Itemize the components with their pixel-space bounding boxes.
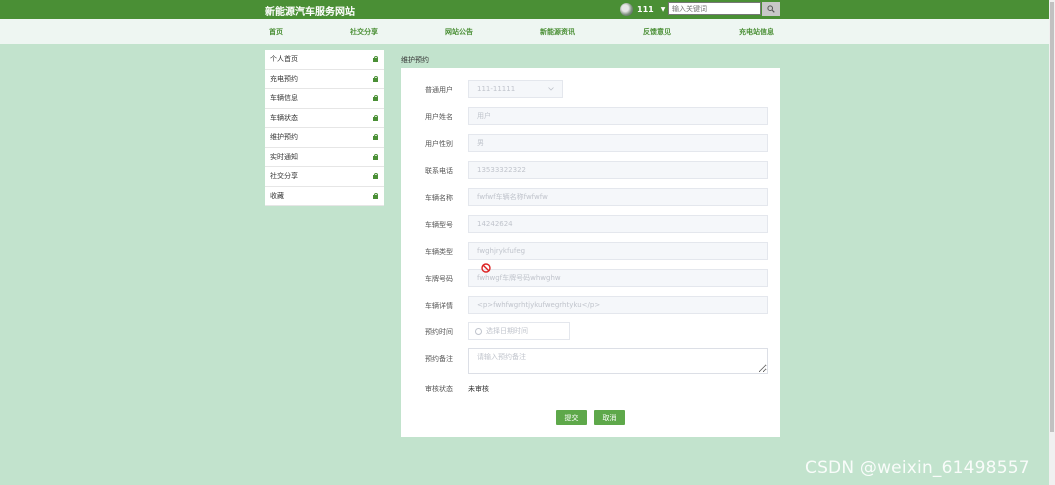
car-model-label: 车辆型号: [425, 221, 453, 229]
user-type-label: 普通用户: [425, 86, 453, 94]
user-account-select[interactable]: 111-11111: [468, 80, 563, 98]
search-input[interactable]: [668, 2, 761, 15]
main-nav: 首页 社交分享 网站公告 新能源资讯 反馈意见 充电站信息: [0, 19, 1049, 44]
cancel-button[interactable]: 取消: [594, 410, 625, 425]
datetime-placeholder: 选择日期时间: [486, 327, 528, 335]
nav-announcements[interactable]: 网站公告: [445, 27, 473, 37]
car-name-label: 车辆名称: [425, 194, 453, 202]
scrollbar-thumb[interactable]: [1050, 2, 1054, 432]
gender-label: 用户性别: [425, 140, 453, 148]
sidebar-item-vehicle-status[interactable]: 车辆状态: [265, 109, 384, 128]
car-model-field[interactable]: 14242624: [468, 215, 768, 233]
sidebar-item-label: 实时通知: [270, 152, 298, 161]
nav-social-share[interactable]: 社交分享: [350, 27, 378, 37]
phone-field[interactable]: 13533322322: [468, 161, 768, 179]
sidebar-item-label: 车辆状态: [270, 113, 298, 122]
gender-field[interactable]: 男: [468, 134, 768, 152]
car-type-field[interactable]: fwghjrykfufeg: [468, 242, 768, 260]
dropdown-caret-icon[interactable]: ▼: [661, 6, 666, 13]
nav-home[interactable]: 首页: [269, 27, 283, 37]
sidebar: 个人首页 充电预约 车辆信息 车辆状态 维护预约 实时通知 社交分享 收藏: [265, 50, 384, 206]
watermark: CSDN @weixin_61498557: [805, 458, 1030, 478]
phone-label: 联系电话: [425, 167, 453, 175]
name-label: 用户姓名: [425, 113, 453, 121]
user-menu[interactable]: 111 ▼: [620, 3, 665, 16]
sidebar-item-label: 个人首页: [270, 55, 298, 64]
breadcrumb: 维护预约: [401, 56, 429, 64]
sidebar-item-label: 充电预约: [270, 74, 298, 83]
nav-news[interactable]: 新能源资讯: [540, 27, 575, 37]
status-value: 未审核: [468, 385, 489, 393]
lock-icon: [373, 114, 378, 121]
vertical-scrollbar[interactable]: [1049, 0, 1055, 485]
search-icon: [767, 5, 775, 13]
lock-icon: [373, 153, 378, 160]
time-label: 预约时间: [425, 328, 453, 336]
name-field[interactable]: 用户: [468, 107, 768, 125]
sidebar-item-home[interactable]: 个人首页: [265, 50, 384, 70]
sidebar-item-label: 社交分享: [270, 172, 298, 181]
sidebar-item-maintenance-booking[interactable]: 维护预约: [265, 128, 384, 148]
lock-icon: [373, 192, 378, 199]
lock-icon: [373, 56, 378, 63]
clock-icon: [475, 327, 482, 335]
remark-textarea[interactable]: [468, 348, 768, 374]
avatar[interactable]: [620, 3, 633, 16]
car-name-field[interactable]: fwfwf车辆名称fwfwfw: [468, 188, 768, 206]
maintenance-booking-form: 普通用户 111-11111 用户姓名 用户 用户性别 男 联系电话 13533…: [401, 68, 780, 437]
sidebar-item-notifications[interactable]: 实时通知: [265, 148, 384, 167]
status-label: 审核状态: [425, 385, 453, 393]
car-type-label: 车辆类型: [425, 248, 453, 256]
sidebar-item-charging-booking[interactable]: 充电预约: [265, 70, 384, 89]
top-bar: 新能源汽车服务网站 111 ▼: [0, 0, 1049, 19]
lock-icon: [373, 95, 378, 102]
sidebar-item-favorites[interactable]: 收藏: [265, 187, 384, 206]
user-account-value: 111-11111: [477, 85, 516, 93]
chevron-down-icon: [548, 87, 554, 91]
submit-button[interactable]: 提交: [556, 410, 587, 425]
remark-label: 预约备注: [425, 355, 453, 363]
sidebar-item-label: 车辆信息: [270, 94, 298, 103]
plate-field[interactable]: fwhwgf车牌号码whwghw: [468, 269, 768, 287]
lock-icon: [373, 173, 378, 180]
sidebar-item-label: 维护预约: [270, 133, 298, 142]
sidebar-item-label: 收藏: [270, 191, 284, 200]
datetime-picker[interactable]: 选择日期时间: [468, 322, 570, 340]
no-entry-cursor-icon: [481, 263, 491, 273]
plate-label: 车牌号码: [425, 275, 453, 283]
search-button[interactable]: [762, 2, 780, 16]
username[interactable]: 111: [637, 5, 654, 14]
site-title[interactable]: 新能源汽车服务网站: [265, 3, 355, 18]
nav-feedback[interactable]: 反馈意见: [643, 27, 671, 37]
nav-charging-stations[interactable]: 充电站信息: [739, 27, 774, 37]
sidebar-item-social-share[interactable]: 社交分享: [265, 167, 384, 187]
detail-label: 车辆详情: [425, 302, 453, 310]
lock-icon: [373, 75, 378, 82]
sidebar-item-vehicle-info[interactable]: 车辆信息: [265, 89, 384, 109]
lock-icon: [373, 134, 378, 141]
detail-field[interactable]: <p>fwhfwgrhtjykufwegrhtyku</p>: [468, 296, 768, 314]
